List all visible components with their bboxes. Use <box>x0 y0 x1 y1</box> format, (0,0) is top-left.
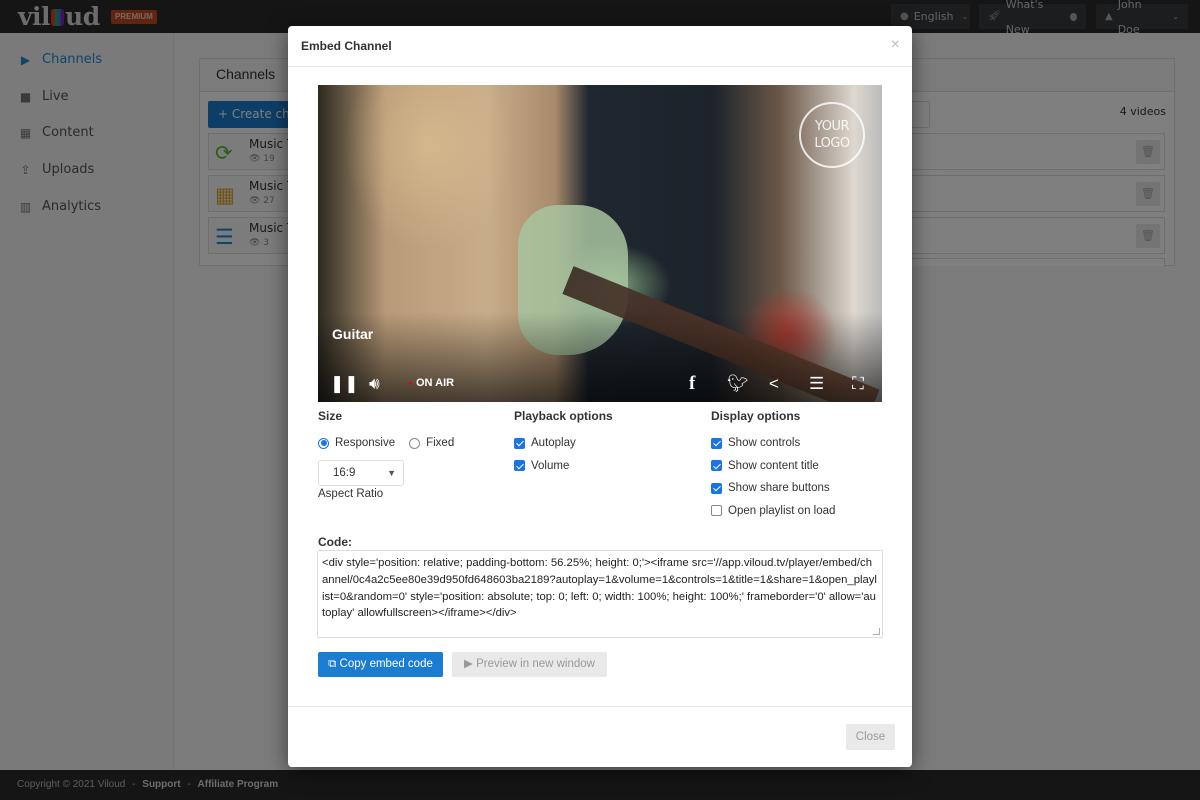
playback-heading: Playback options <box>514 409 613 423</box>
checkbox-label[interactable]: Autoplay <box>531 437 576 449</box>
code-label: Code: <box>318 535 352 549</box>
facebook-icon[interactable]: f <box>689 374 695 394</box>
preview-in-new-window-button[interactable]: ▶ Preview in new window <box>452 652 607 677</box>
autoplay-option[interactable]: Autoplay <box>514 432 613 455</box>
fixed-radio[interactable] <box>409 437 421 449</box>
radio-label[interactable]: Responsive <box>335 437 395 449</box>
aspect-ratio-select[interactable]: 16:9 ▼ <box>318 460 404 486</box>
playback-options: Playback options Autoplay Volume <box>514 409 613 477</box>
button-label: Preview in new window <box>476 658 595 670</box>
checkbox-label[interactable]: Show share buttons <box>728 482 830 494</box>
playlist-icon[interactable]: ☰ <box>809 374 824 394</box>
show-share-buttons-option[interactable]: Show share buttons <box>711 477 835 500</box>
logo-line: LOGO <box>814 136 850 151</box>
close-icon[interactable]: × <box>891 36 900 54</box>
resize-handle-icon[interactable] <box>873 628 880 635</box>
open-playlist-checkbox[interactable] <box>711 505 722 517</box>
show-controls-option[interactable]: Show controls <box>711 432 835 455</box>
size-radio-group: Responsive Fixed <box>318 432 454 455</box>
modal-footer: Close <box>288 706 912 767</box>
checkbox-label[interactable]: Volume <box>531 460 569 472</box>
your-logo-watermark: YOUR LOGO <box>799 102 865 168</box>
size-heading: Size <box>318 409 343 423</box>
modal-header: Embed Channel × <box>288 26 912 67</box>
volume-option[interactable]: Volume <box>514 455 613 478</box>
modal-title: Embed Channel <box>301 39 392 53</box>
live-dot-icon <box>409 381 412 385</box>
logo-line: YOUR <box>814 119 850 134</box>
on-air-indicator: ON AIR <box>409 377 454 389</box>
button-label: Copy embed code <box>339 658 433 670</box>
volume-icon[interactable]: 🔊︎ <box>369 374 380 394</box>
fullscreen-icon[interactable]: ⛶ <box>852 374 864 394</box>
checkbox-label[interactable]: Open playlist on load <box>728 505 835 517</box>
responsive-radio[interactable] <box>318 437 329 449</box>
embed-code-text: <div style='position: relative; padding-… <box>322 557 877 620</box>
share-icon[interactable]: < <box>769 374 779 394</box>
on-air-label: ON AIR <box>416 377 455 389</box>
embed-channel-modal: Embed Channel × YOUR LOGO Guitar ❚❚ 🔊︎ O… <box>288 26 912 767</box>
checkbox-label[interactable]: Show controls <box>728 437 800 449</box>
show-share-buttons-checkbox[interactable] <box>711 482 722 494</box>
show-content-title-checkbox[interactable] <box>711 460 722 472</box>
autoplay-checkbox[interactable] <box>514 437 525 449</box>
video-player-preview[interactable]: YOUR LOGO Guitar ❚❚ 🔊︎ ON AIR f 🐦︎ < ☰ ⛶ <box>318 85 882 402</box>
volume-checkbox[interactable] <box>514 460 525 472</box>
aspect-ratio-label: Aspect Ratio <box>318 488 384 500</box>
show-controls-checkbox[interactable] <box>711 437 722 449</box>
chevron-down-icon: ▼ <box>387 468 396 478</box>
display-heading: Display options <box>711 409 801 423</box>
play-icon: ▶ <box>464 658 473 670</box>
open-playlist-option[interactable]: Open playlist on load <box>711 500 835 523</box>
copy-icon: ⧉ <box>328 658 337 670</box>
copy-embed-code-button[interactable]: ⧉ Copy embed code <box>318 652 443 677</box>
embed-code-textarea[interactable]: <div style='position: relative; padding-… <box>317 550 883 638</box>
radio-label[interactable]: Fixed <box>426 437 454 449</box>
video-controls-gradient <box>318 312 882 402</box>
display-options: Display options Show controls Show conte… <box>711 409 835 522</box>
show-content-title-option[interactable]: Show content title <box>711 455 835 478</box>
close-button[interactable]: Close <box>846 724 895 750</box>
select-value: 16:9 <box>333 467 356 479</box>
size-options: Size Responsive Fixed <box>318 409 454 455</box>
twitter-icon[interactable]: 🐦︎ <box>727 374 749 394</box>
pause-icon[interactable]: ❚❚ <box>330 374 359 394</box>
video-content-title: Guitar <box>332 326 374 342</box>
checkbox-label[interactable]: Show content title <box>728 460 819 472</box>
